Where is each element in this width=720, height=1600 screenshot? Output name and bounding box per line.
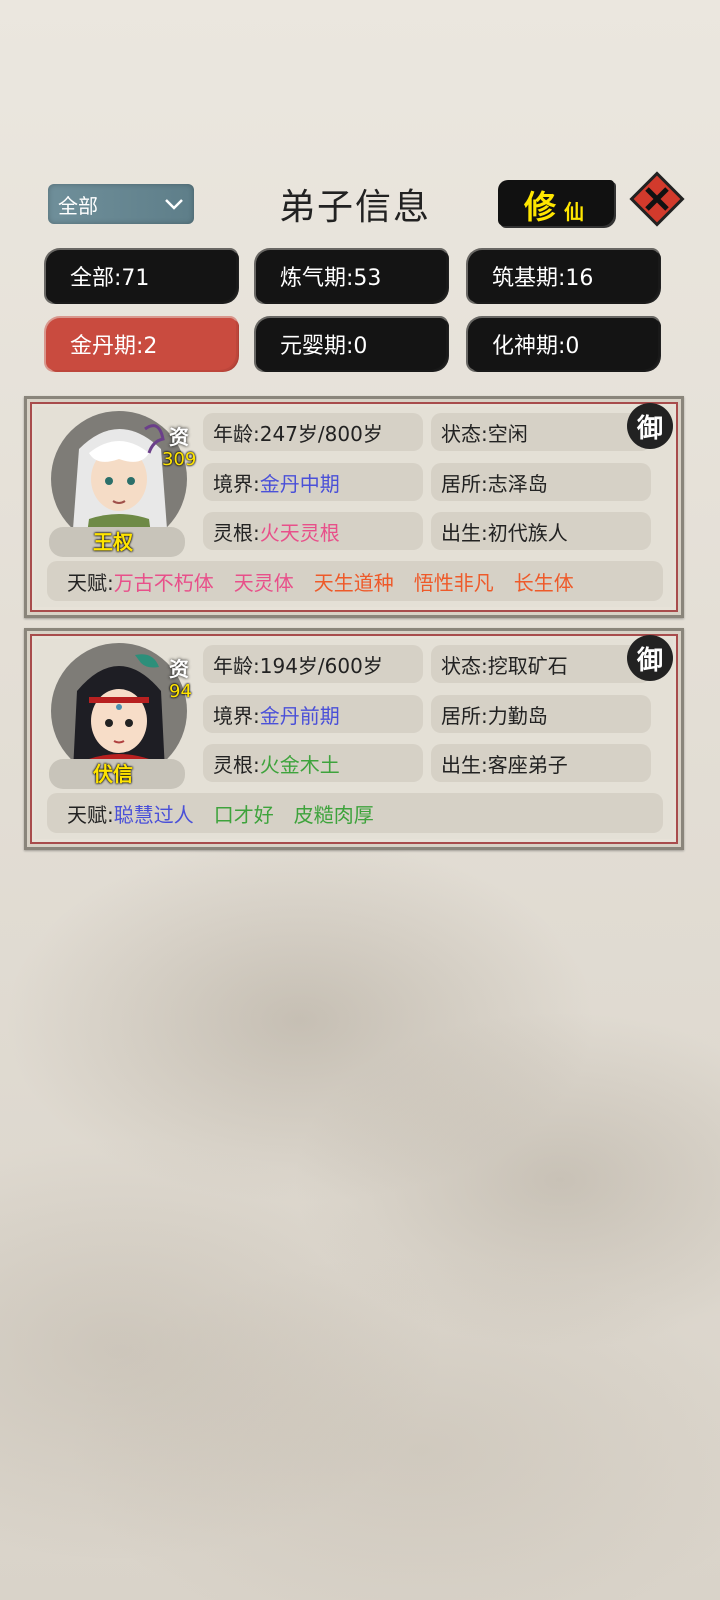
close-icon[interactable] — [628, 170, 686, 228]
filter-dropdown[interactable]: 全部 — [48, 184, 194, 224]
aptitude-label: 资 — [169, 425, 189, 449]
talent-item: 口才好 — [213, 802, 274, 827]
field-label: 出生: — [441, 520, 488, 545]
xiu-label: 修 — [524, 188, 557, 226]
field-label: 年龄: — [213, 421, 260, 446]
aptitude-value: 309 — [162, 449, 197, 470]
field-label: 出生: — [441, 752, 488, 777]
age-field: 年龄: 194岁/600岁 — [203, 645, 423, 683]
disciple-card[interactable]: 伏信 资 94 年龄: 194岁/600岁 状态: 挖取矿石 境界: 金丹前期 … — [24, 628, 684, 850]
home-value: 志泽岛 — [487, 471, 548, 496]
birth-field: 出生: 初代族人 — [431, 512, 651, 550]
realm-field: 境界: 金丹中期 — [203, 463, 423, 501]
root-field: 灵根: 火金木土 — [203, 744, 423, 782]
home-value: 力勤岛 — [487, 703, 548, 728]
home-field: 居所: 力勤岛 — [431, 695, 651, 733]
stage-huashen-button[interactable]: 化神期:0 — [468, 318, 658, 370]
field-label: 天赋: — [67, 570, 114, 595]
aptitude-value: 94 — [169, 681, 192, 702]
status-field: 状态: 挖取矿石 — [431, 645, 651, 683]
xiu-xian-button[interactable]: 修 仙 — [498, 180, 614, 226]
birth-value: 初代族人 — [487, 520, 568, 545]
stage-label: 炼气期:53 — [280, 266, 382, 291]
field-label: 天赋: — [67, 802, 114, 827]
stage-lianqi-button[interactable]: 炼气期:53 — [256, 250, 446, 302]
disciple-name: 王权 — [93, 530, 133, 554]
stage-yuanying-button[interactable]: 元婴期:0 — [256, 318, 446, 370]
stage-all-button[interactable]: 全部:71 — [46, 250, 236, 302]
talent-item: 聪慧过人 — [113, 802, 194, 827]
aptitude-label: 资 — [169, 657, 189, 681]
talent-row: 天赋: 万古不朽体 天灵体 天生道种 悟性非凡 长生体 — [47, 561, 663, 601]
age-value: 247岁/800岁 — [259, 421, 383, 446]
talent-row: 天赋: 聪慧过人 口才好 皮糙肉厚 — [47, 793, 663, 833]
stage-jindan-button[interactable]: 金丹期:2 — [46, 318, 236, 370]
manage-badge[interactable]: 御 — [627, 403, 673, 449]
disciple-card[interactable]: 王权 资 309 年龄: 247岁/800岁 状态: 空闲 境界: 金丹中期 居… — [24, 396, 684, 618]
home-field: 居所: 志泽岛 — [431, 463, 651, 501]
birth-value: 客座弟子 — [487, 752, 568, 777]
root-field: 灵根: 火天灵根 — [203, 512, 423, 550]
manage-badge[interactable]: 御 — [627, 635, 673, 681]
field-label: 境界: — [213, 471, 260, 496]
stage-zhuji-button[interactable]: 筑基期:16 — [468, 250, 658, 302]
field-label: 年龄: — [213, 653, 260, 678]
talent-item: 天灵体 — [233, 570, 294, 595]
talent-item: 皮糙肉厚 — [293, 802, 374, 827]
xian-label: 仙 — [564, 200, 584, 224]
chevron-down-icon — [165, 199, 183, 210]
realm-value: 金丹前期 — [259, 703, 340, 728]
realm-field: 境界: 金丹前期 — [203, 695, 423, 733]
talent-item: 长生体 — [513, 570, 574, 595]
age-value: 194岁/600岁 — [259, 653, 383, 678]
status-value: 挖取矿石 — [487, 653, 568, 678]
age-field: 年龄: 247岁/800岁 — [203, 413, 423, 451]
disciple-name: 伏信 — [93, 762, 133, 786]
field-label: 居所: — [441, 703, 488, 728]
talent-item: 天生道种 — [313, 570, 394, 595]
talent-item: 悟性非凡 — [413, 570, 494, 595]
page-title: 弟子信息 — [278, 187, 431, 228]
status-field: 状态: 空闲 — [431, 413, 651, 451]
filter-label: 全部 — [58, 193, 98, 218]
root-value: 火金木土 — [259, 752, 340, 777]
field-label: 灵根: — [213, 520, 260, 545]
stage-label: 化神期:0 — [492, 334, 580, 359]
field-label: 状态: — [441, 421, 488, 446]
stage-label: 筑基期:16 — [492, 266, 594, 291]
status-value: 空闲 — [487, 421, 528, 446]
stage-label: 金丹期:2 — [70, 334, 158, 359]
stage-label: 全部:71 — [70, 266, 150, 291]
birth-field: 出生: 客座弟子 — [431, 744, 651, 782]
stage-label: 元婴期:0 — [280, 334, 368, 359]
realm-value: 金丹中期 — [259, 471, 340, 496]
field-label: 居所: — [441, 471, 488, 496]
field-label: 境界: — [213, 703, 260, 728]
root-value: 火天灵根 — [259, 520, 340, 545]
talent-item: 万古不朽体 — [113, 570, 214, 595]
field-label: 状态: — [441, 653, 488, 678]
field-label: 灵根: — [213, 752, 260, 777]
